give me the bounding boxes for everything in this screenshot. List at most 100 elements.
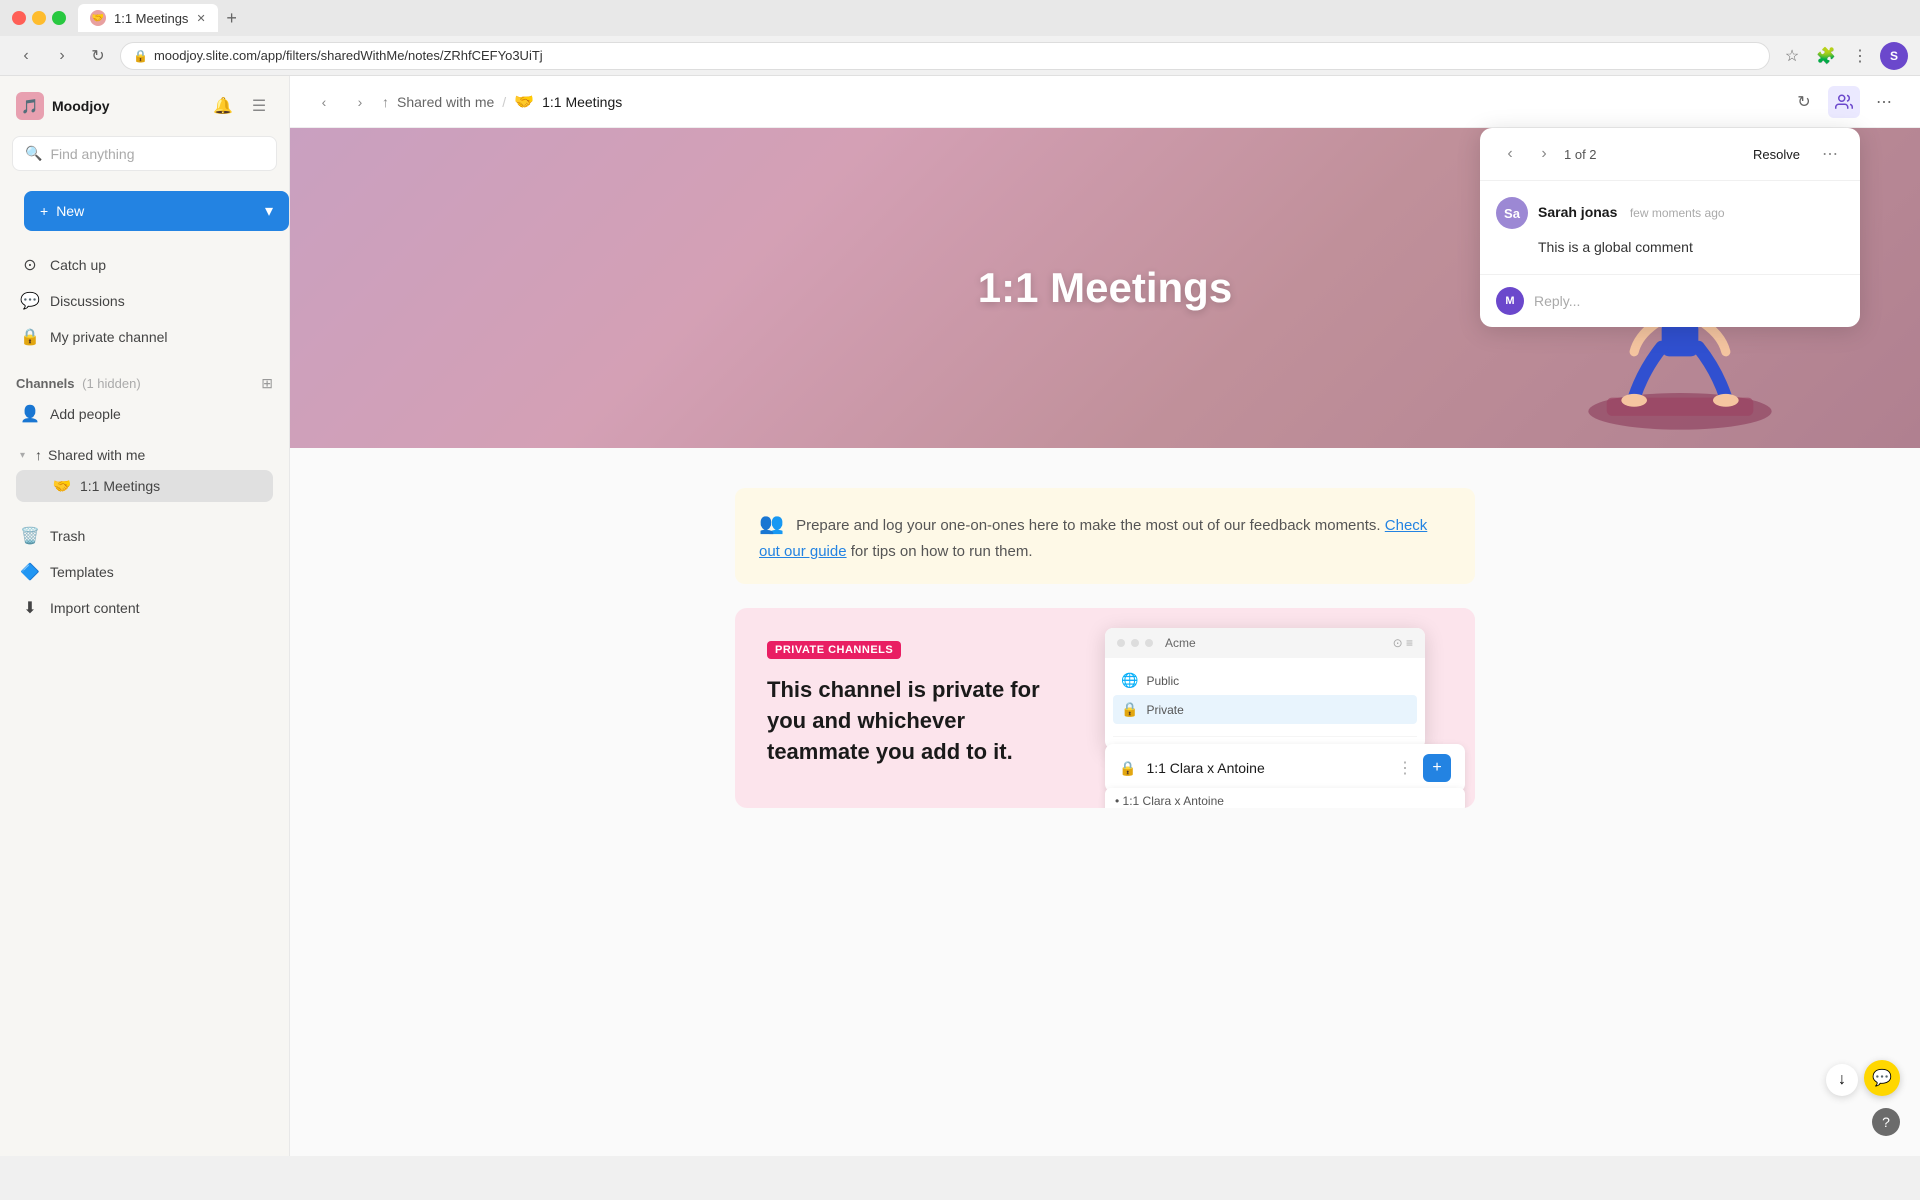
sidebar: 🎵 Moodjoy 🔔 ☰ 🔍 Find anything + New ▾ (0, 76, 290, 1156)
comment-prev-btn[interactable]: ‹ (1496, 140, 1524, 168)
browser-forward-btn[interactable]: › (48, 42, 76, 70)
reply-avatar: M (1496, 287, 1524, 315)
sidebar-item-add-people[interactable]: 👤 Add people (8, 396, 281, 432)
doc-nav-back[interactable]: ‹ (310, 88, 338, 116)
breadcrumb-emoji: 🤝 (514, 92, 534, 112)
comment-time: few moments ago (1630, 206, 1725, 220)
breadcrumb-current: 1:1 Meetings (542, 94, 622, 110)
tab-favicon: 🤝 (90, 10, 106, 26)
discussions-icon: 💬 (20, 291, 40, 311)
breadcrumb-share-icon: ↑ (382, 94, 389, 110)
main-content: ‹ › ↑ Shared with me / 🤝 1:1 Meetings ↻ (290, 76, 1920, 1156)
channel-name: 1:1 Clara x Antoine (1146, 760, 1387, 776)
new-dropdown-arrow: ▾ (265, 201, 273, 221)
workspace-avatar: 🎵 (16, 92, 44, 120)
address-bar[interactable]: 🔒 moodjoy.slite.com/app/filters/sharedWi… (120, 42, 1770, 70)
templates-label: Templates (50, 564, 114, 580)
public-row: 🌐 Public (1113, 666, 1417, 695)
sub-channel-1: • 1:1 Clara x Antoine (1105, 788, 1465, 808)
shared-with-me-label: Shared with me (48, 447, 145, 463)
top-bar: ‹ › ↑ Shared with me / 🤝 1:1 Meetings ↻ (290, 76, 1920, 128)
search-icon: 🔍 (25, 145, 42, 162)
templates-icon: 🔷 (20, 562, 40, 582)
channel-more-btn[interactable]: ⋮ (1397, 758, 1413, 778)
comment-next-btn[interactable]: › (1530, 140, 1558, 168)
scroll-down-btn[interactable]: ↓ (1826, 1064, 1858, 1096)
meetings-label: 1:1 Meetings (80, 478, 160, 494)
meetings-icon: 🤝 (52, 477, 72, 495)
sidebar-toggle-btn[interactable]: ☰ (245, 92, 273, 120)
trash-label: Trash (50, 528, 85, 544)
sidebar-item-11-meetings[interactable]: 🤝 1:1 Meetings (16, 470, 273, 502)
comment-author-avatar: Sa (1496, 197, 1528, 229)
breadcrumb-parent[interactable]: Shared with me (397, 94, 494, 110)
comment-text: This is a global comment (1496, 237, 1844, 258)
sidebar-item-private-channel[interactable]: 🔒 My private channel (8, 319, 281, 355)
add-people-icon: 👤 (20, 404, 40, 424)
channels-screenshot: Acme ⊙ ≡ 🌐 Public 🔒 Private (1105, 628, 1425, 749)
tab-title: 1:1 Meetings (114, 11, 188, 26)
breadcrumb-separator: / (502, 94, 506, 110)
help-btn[interactable]: ? (1872, 1108, 1900, 1136)
comment-count: 1 of 2 (1564, 147, 1597, 162)
import-label: Import content (50, 600, 140, 616)
sidebar-item-catchup[interactable]: ⊙ Catch up (8, 247, 281, 283)
workspace-info[interactable]: 🎵 Moodjoy (16, 92, 110, 120)
sidebar-item-templates[interactable]: 🔷 Templates (8, 554, 281, 590)
lock-icon: 🔒 (133, 49, 148, 63)
info-banner: 👥 Prepare and log your one-on-ones here … (735, 488, 1475, 584)
import-icon: ⬇ (20, 598, 40, 618)
bookmark-btn[interactable]: ☆ (1778, 42, 1806, 70)
sidebar-item-import[interactable]: ⬇ Import content (8, 590, 281, 626)
trash-icon: 🗑️ (20, 526, 40, 546)
channels-section-title: Channels (1 hidden) (16, 376, 141, 391)
share-icon: ↑ (35, 447, 42, 463)
private-channels-badge: PRIVATE CHANNELS (767, 641, 901, 659)
doc-nav-forward[interactable]: › (346, 88, 374, 116)
doc-hero-title: 1:1 Meetings (978, 264, 1232, 312)
private-row: 🔒 Private (1113, 695, 1417, 724)
url-text: moodjoy.slite.com/app/filters/sharedWith… (154, 48, 543, 63)
info-text: Prepare and log your one-on-ones here to… (796, 517, 1381, 534)
channel-row: 🔒 1:1 Clara x Antoine ⋮ + (1105, 744, 1465, 792)
browser-back-btn[interactable]: ‹ (12, 42, 40, 70)
float-chat-btn[interactable]: 💬 (1864, 1060, 1900, 1096)
workspace-name: Moodjoy (52, 98, 110, 114)
browser-menu-btn[interactable]: ⋮ (1846, 42, 1874, 70)
discussions-label: Discussions (50, 293, 125, 309)
search-bar[interactable]: 🔍 Find anything (12, 136, 277, 171)
channels-section-icon[interactable]: ⊞ (261, 375, 273, 392)
browser-profile-btn[interactable]: S (1880, 42, 1908, 70)
search-placeholder: Find anything (50, 146, 134, 162)
add-people-label: Add people (50, 406, 121, 422)
notification-btn[interactable]: 🔔 (209, 92, 237, 120)
new-icon: + (40, 203, 48, 219)
comments-btn[interactable] (1828, 86, 1860, 118)
new-button-label: New (56, 203, 84, 219)
sidebar-item-discussions[interactable]: 💬 Discussions (8, 283, 281, 319)
shared-arrow-icon: ▾ (20, 450, 25, 461)
sidebar-item-trash[interactable]: 🗑️ Trash (8, 518, 281, 554)
info-suffix: for tips on how to run them. (851, 543, 1033, 560)
extensions-btn[interactable]: 🧩 (1812, 42, 1840, 70)
breadcrumb: ↑ Shared with me / 🤝 1:1 Meetings (382, 92, 622, 112)
comment-more-btn[interactable]: ⋯ (1816, 140, 1844, 168)
private-channel-label: My private channel (50, 329, 168, 345)
more-options-btn[interactable]: ⋯ (1868, 86, 1900, 118)
comment-popup: ‹ › 1 of 2 Resolve ⋯ Sa Sarah jonas few … (1480, 128, 1860, 327)
private-channel-icon: 🔒 (20, 327, 40, 347)
channel-add-btn[interactable]: + (1423, 754, 1451, 782)
channel-lock-icon: 🔒 (1119, 760, 1136, 777)
shared-with-me-header[interactable]: ▾ ↑ Shared with me (8, 440, 281, 470)
info-icon: 👥 (759, 513, 784, 535)
new-tab-button[interactable]: + (218, 4, 246, 32)
new-button[interactable]: + New ▾ (24, 191, 289, 231)
browser-tab[interactable]: 🤝 1:1 Meetings ✕ (78, 4, 218, 32)
resolve-button[interactable]: Resolve (1745, 143, 1808, 166)
tab-close-btn[interactable]: ✕ (196, 12, 205, 25)
refresh-btn[interactable]: ↻ (1788, 86, 1820, 118)
reply-input[interactable]: Reply... (1534, 293, 1844, 309)
browser-refresh-btn[interactable]: ↻ (84, 42, 112, 70)
private-channels-card: PRIVATE CHANNELS This channel is private… (735, 608, 1475, 808)
comment-author-name: Sarah jonas (1538, 204, 1617, 220)
